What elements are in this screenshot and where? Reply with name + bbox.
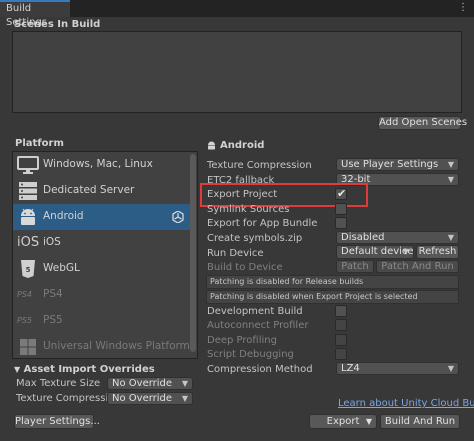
scenes-in-build-heading: Scenes In Build — [14, 19, 101, 30]
server-icon — [19, 182, 37, 200]
platform-label: WebGL — [43, 262, 80, 274]
add-open-scenes-button[interactable]: Add Open Scenes — [378, 116, 467, 130]
ios-icon: iOS — [17, 235, 40, 250]
platform-item-ios[interactable]: iOS iOS — [13, 230, 191, 256]
html5-icon: 5 — [21, 260, 35, 278]
foldout-arrow-icon: ▼ — [14, 365, 21, 374]
create-symbols-label: Create symbols.zip — [207, 233, 303, 244]
patch-and-run-button[interactable]: Patch And Run — [376, 260, 459, 273]
chevron-down-icon: ▼ — [447, 175, 454, 184]
max-texture-size-label: Max Texture Size — [16, 378, 101, 389]
chevron-down-icon: ▼ — [181, 394, 188, 403]
refresh-button[interactable]: Refresh — [416, 245, 459, 259]
build-to-device-label: Build to Device — [207, 262, 283, 273]
build-and-run-button[interactable]: Build And Run — [380, 414, 460, 429]
tab-bar: Build Settings ⋮ — [0, 0, 474, 28]
script-debugging-label: Script Debugging — [207, 349, 294, 360]
texture-compression-label: Texture Compression — [207, 160, 312, 171]
export-app-bundle-checkbox[interactable] — [335, 217, 347, 229]
chevron-down-icon: ▼ — [402, 247, 409, 256]
texture-compression-override-dropdown[interactable]: No Override ▼ — [107, 392, 193, 405]
platform-label: PS5 — [43, 314, 63, 326]
texture-compression-dropdown[interactable]: Use Player Settings ▼ — [336, 158, 459, 171]
patching-export-note: Patching is disabled when Export Project… — [206, 290, 459, 304]
export-button[interactable]: Export ▼ — [309, 414, 377, 429]
svg-text:5: 5 — [26, 266, 31, 274]
platform-item-windows-mac-linux[interactable]: Windows, Mac, Linux — [13, 152, 191, 178]
tab-build-settings[interactable]: Build Settings — [0, 0, 70, 28]
deep-profiling-label: Deep Profiling — [207, 335, 277, 346]
cloud-build-link[interactable]: Learn about Unity Cloud Build — [338, 398, 474, 409]
asset-import-overrides-heading[interactable]: ▼ Asset Import Overrides — [14, 364, 155, 375]
monitor-icon — [17, 156, 39, 174]
android-icon — [21, 208, 35, 225]
platform-item-ps5[interactable]: PS5 PS5 — [13, 308, 191, 334]
autoconnect-profiler-checkbox[interactable] — [335, 319, 347, 331]
platform-item-ps4[interactable]: PS4 PS4 — [13, 282, 191, 308]
platform-label: Dedicated Server — [43, 184, 135, 196]
player-settings-button[interactable]: Player Settings... — [14, 414, 100, 429]
platform-label: Universal Windows Platform — [43, 340, 190, 352]
chevron-down-icon: ▼ — [181, 379, 188, 388]
android-icon — [208, 141, 215, 150]
platform-scrollbar[interactable] — [190, 154, 196, 352]
max-texture-size-dropdown[interactable]: No Override ▼ — [107, 377, 193, 390]
platform-list: Windows, Mac, Linux Dedicated Server And… — [12, 151, 198, 359]
create-symbols-dropdown[interactable]: Disabled ▼ — [336, 231, 459, 244]
ps4-icon: PS4 — [17, 290, 32, 299]
platform-item-uwp[interactable]: Universal Windows Platform — [13, 334, 191, 358]
platform-label: PS4 — [43, 288, 63, 300]
symlink-sources-label: Symlink Sources — [207, 204, 290, 215]
export-app-bundle-label: Export for App Bundle — [207, 218, 318, 229]
run-device-dropdown[interactable]: Default device ▼ — [336, 245, 414, 259]
autoconnect-profiler-label: Autoconnect Profiler — [207, 320, 309, 331]
scenes-list[interactable] — [12, 31, 462, 113]
platform-item-dedicated-server[interactable]: Dedicated Server — [13, 178, 191, 204]
platform-label: Windows, Mac, Linux — [43, 158, 153, 170]
texture-compression-override-label: Texture Compression — [16, 393, 121, 404]
deep-profiling-checkbox[interactable] — [335, 334, 347, 346]
chevron-down-icon: ▼ — [447, 233, 454, 242]
unity-logo-icon — [172, 211, 184, 223]
build-settings-window: Build Settings ⋮ Scenes In Build Add Ope… — [0, 0, 474, 441]
patch-button[interactable]: Patch — [336, 260, 374, 273]
compression-method-label: Compression Method — [207, 364, 313, 375]
chevron-down-icon: ▼ — [447, 160, 454, 169]
run-device-label: Run Device — [207, 248, 264, 259]
development-build-label: Development Build — [207, 306, 303, 317]
windows-icon — [20, 339, 36, 355]
platform-label: Android — [43, 210, 84, 222]
platform-heading: Platform — [15, 138, 64, 149]
chevron-down-icon: ▼ — [447, 364, 454, 373]
platform-item-android[interactable]: Android — [13, 204, 191, 230]
ps5-icon: PS5 — [17, 316, 32, 325]
platform-label: iOS — [43, 236, 61, 248]
compression-method-dropdown[interactable]: LZ4 ▼ — [336, 362, 459, 375]
patching-release-note: Patching is disabled for Release builds — [206, 275, 459, 289]
symlink-sources-checkbox[interactable] — [335, 203, 347, 215]
kebab-menu-icon[interactable]: ⋮ — [458, 3, 468, 13]
chevron-down-icon[interactable]: ▼ — [366, 415, 372, 428]
development-build-checkbox[interactable] — [335, 305, 347, 317]
script-debugging-checkbox[interactable] — [335, 348, 347, 360]
platform-item-webgl[interactable]: 5 WebGL — [13, 256, 191, 282]
